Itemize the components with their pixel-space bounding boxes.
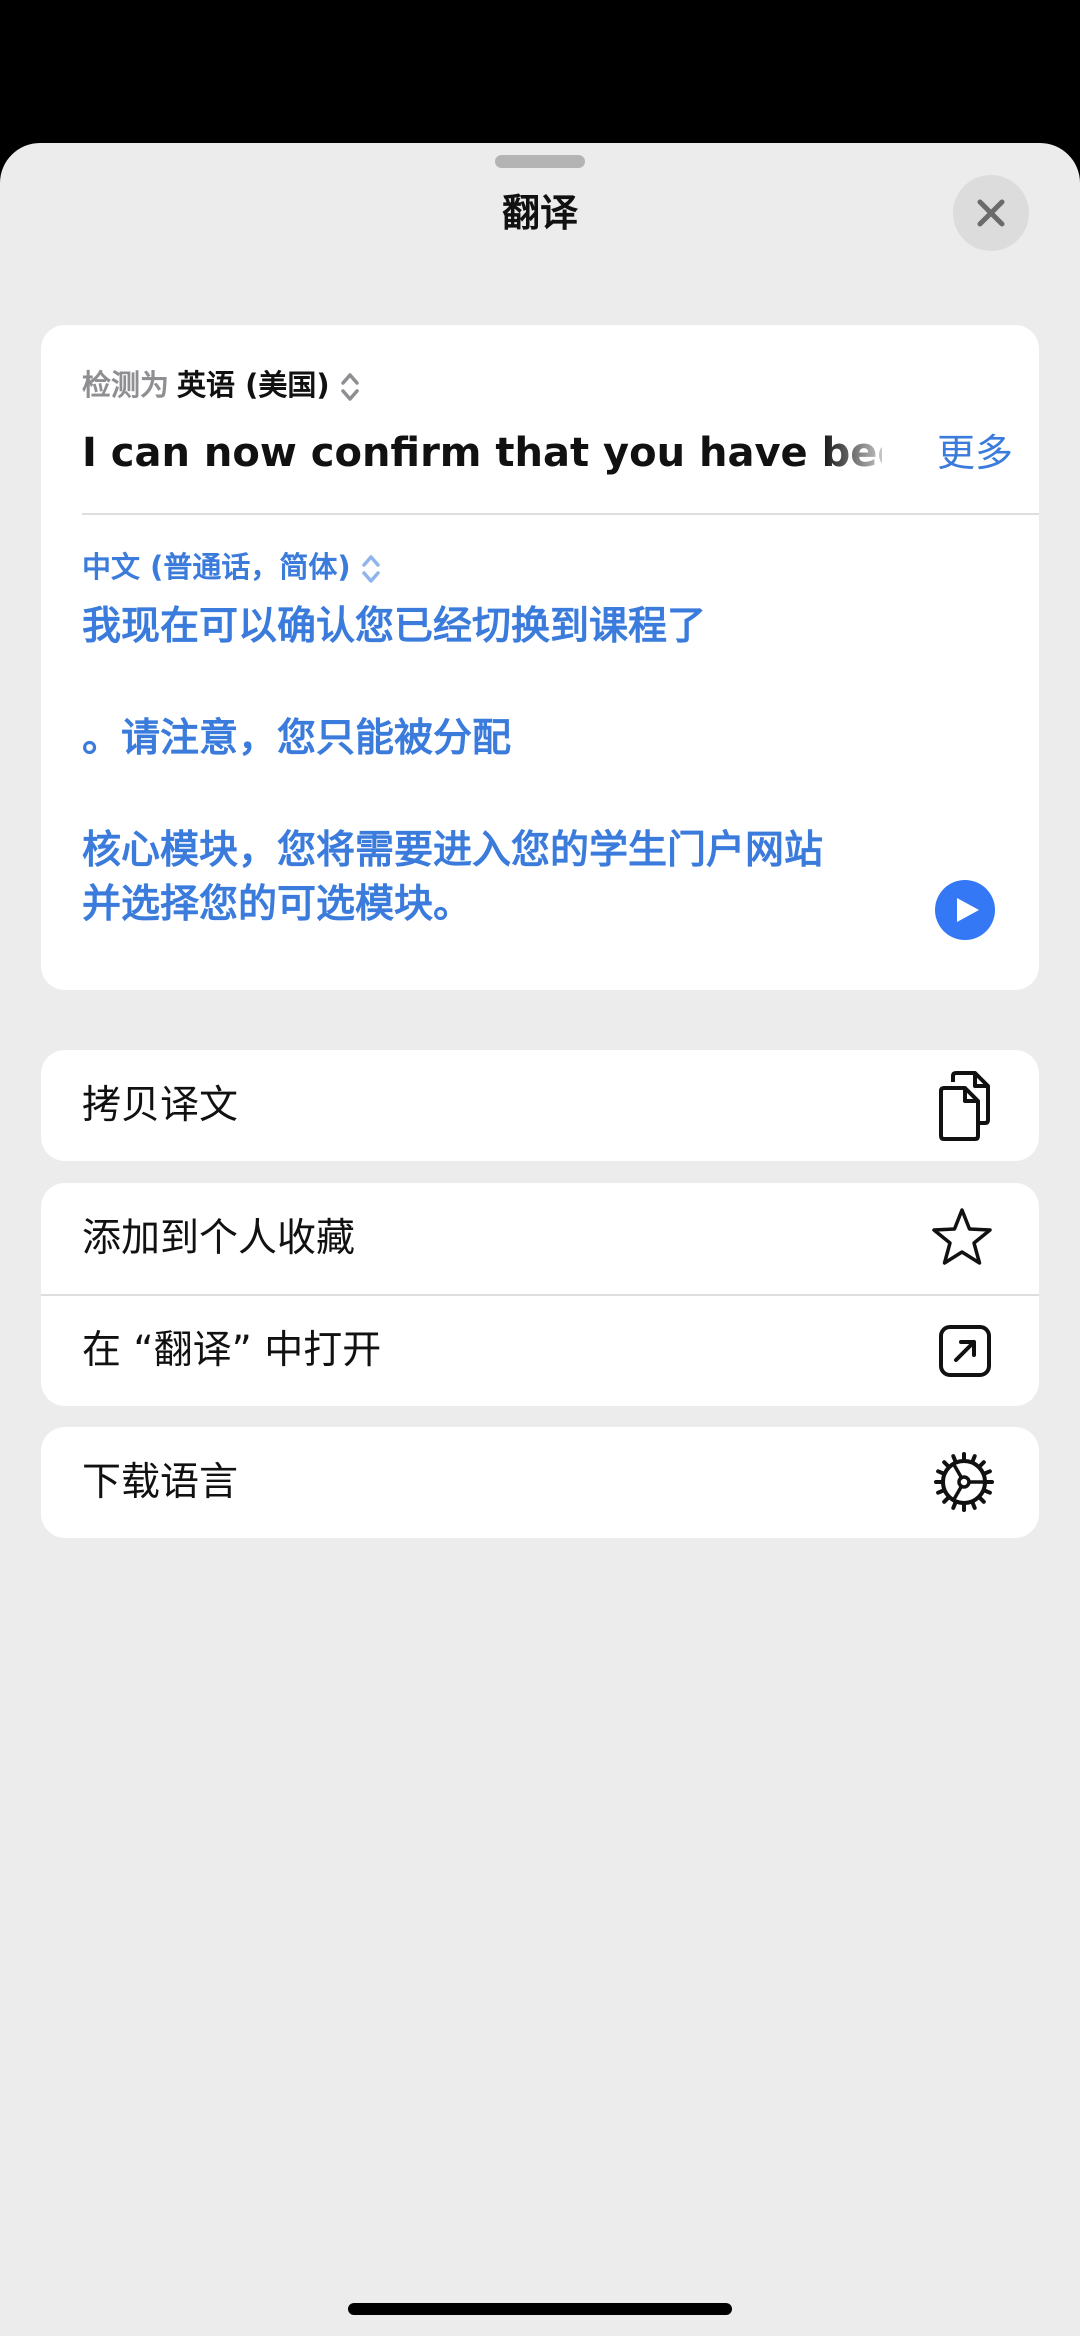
more-button[interactable]: 更多 [913, 423, 1013, 483]
chevron-up-down-icon [340, 373, 359, 401]
source-text[interactable]: I can now confirm that you have been [82, 423, 882, 483]
source-text-fade [821, 423, 901, 483]
sheet-grabber[interactable] [495, 155, 585, 168]
play-icon [957, 898, 979, 922]
translate-sheet: 翻译 检测为 英语 (美国) I can now confirm that you… [0, 143, 1080, 2336]
star-icon [932, 1208, 992, 1265]
download-languages-label: 下载语言 [82, 1460, 239, 1505]
close-button[interactable] [953, 175, 1029, 251]
copy-translation-button[interactable]: 拷贝译文 [41, 1050, 1039, 1161]
arrow-up-right-square-icon [939, 1325, 991, 1377]
detected-prefix: 检测为 [82, 368, 170, 402]
detected-language-selector[interactable]: 检测为 英语 (美国) [82, 367, 360, 403]
target-language-selector[interactable]: 中文 (普通话，简体) [82, 549, 381, 585]
xmark-icon [977, 199, 1005, 227]
target-language: 中文 (普通话，简体) [82, 550, 351, 584]
open-in-translate-label: 在 “翻译” 中打开 [82, 1328, 382, 1373]
actions-group: 添加到个人收藏 在 “翻译” 中打开 [41, 1183, 1039, 1406]
copy-icon [939, 1071, 990, 1141]
translation-card: 检测为 英语 (美国) I can now confirm that you ha… [41, 325, 1039, 990]
open-in-translate-button[interactable]: 在 “翻译” 中打开 [41, 1295, 1039, 1406]
gear-icon [934, 1452, 994, 1512]
chevron-up-down-icon [361, 555, 380, 583]
translated-text-line: 。请注意，您只能被分配 [82, 716, 512, 761]
copy-translation-label: 拷贝译文 [82, 1083, 239, 1128]
sheet-title: 翻译 [501, 191, 578, 235]
home-indicator[interactable] [348, 2303, 732, 2315]
play-button[interactable] [935, 880, 995, 940]
add-to-favorites-label: 添加到个人收藏 [82, 1216, 356, 1261]
translated-text-line: 核心模块，您将需要进入您的学生门户网站 [82, 828, 824, 873]
source-language: 英语 (美国) [177, 368, 330, 402]
screen: 翻译 检测为 英语 (美国) I can now confirm that you… [0, 0, 1080, 2336]
divider [82, 513, 1039, 515]
download-languages-button[interactable]: 下载语言 [41, 1427, 1039, 1538]
translated-text-line: 我现在可以确认您已经切换到课程了 [82, 604, 707, 649]
add-to-favorites-button[interactable]: 添加到个人收藏 [41, 1183, 1039, 1294]
translated-text-line: 并选择您的可选模块。 [82, 882, 473, 927]
